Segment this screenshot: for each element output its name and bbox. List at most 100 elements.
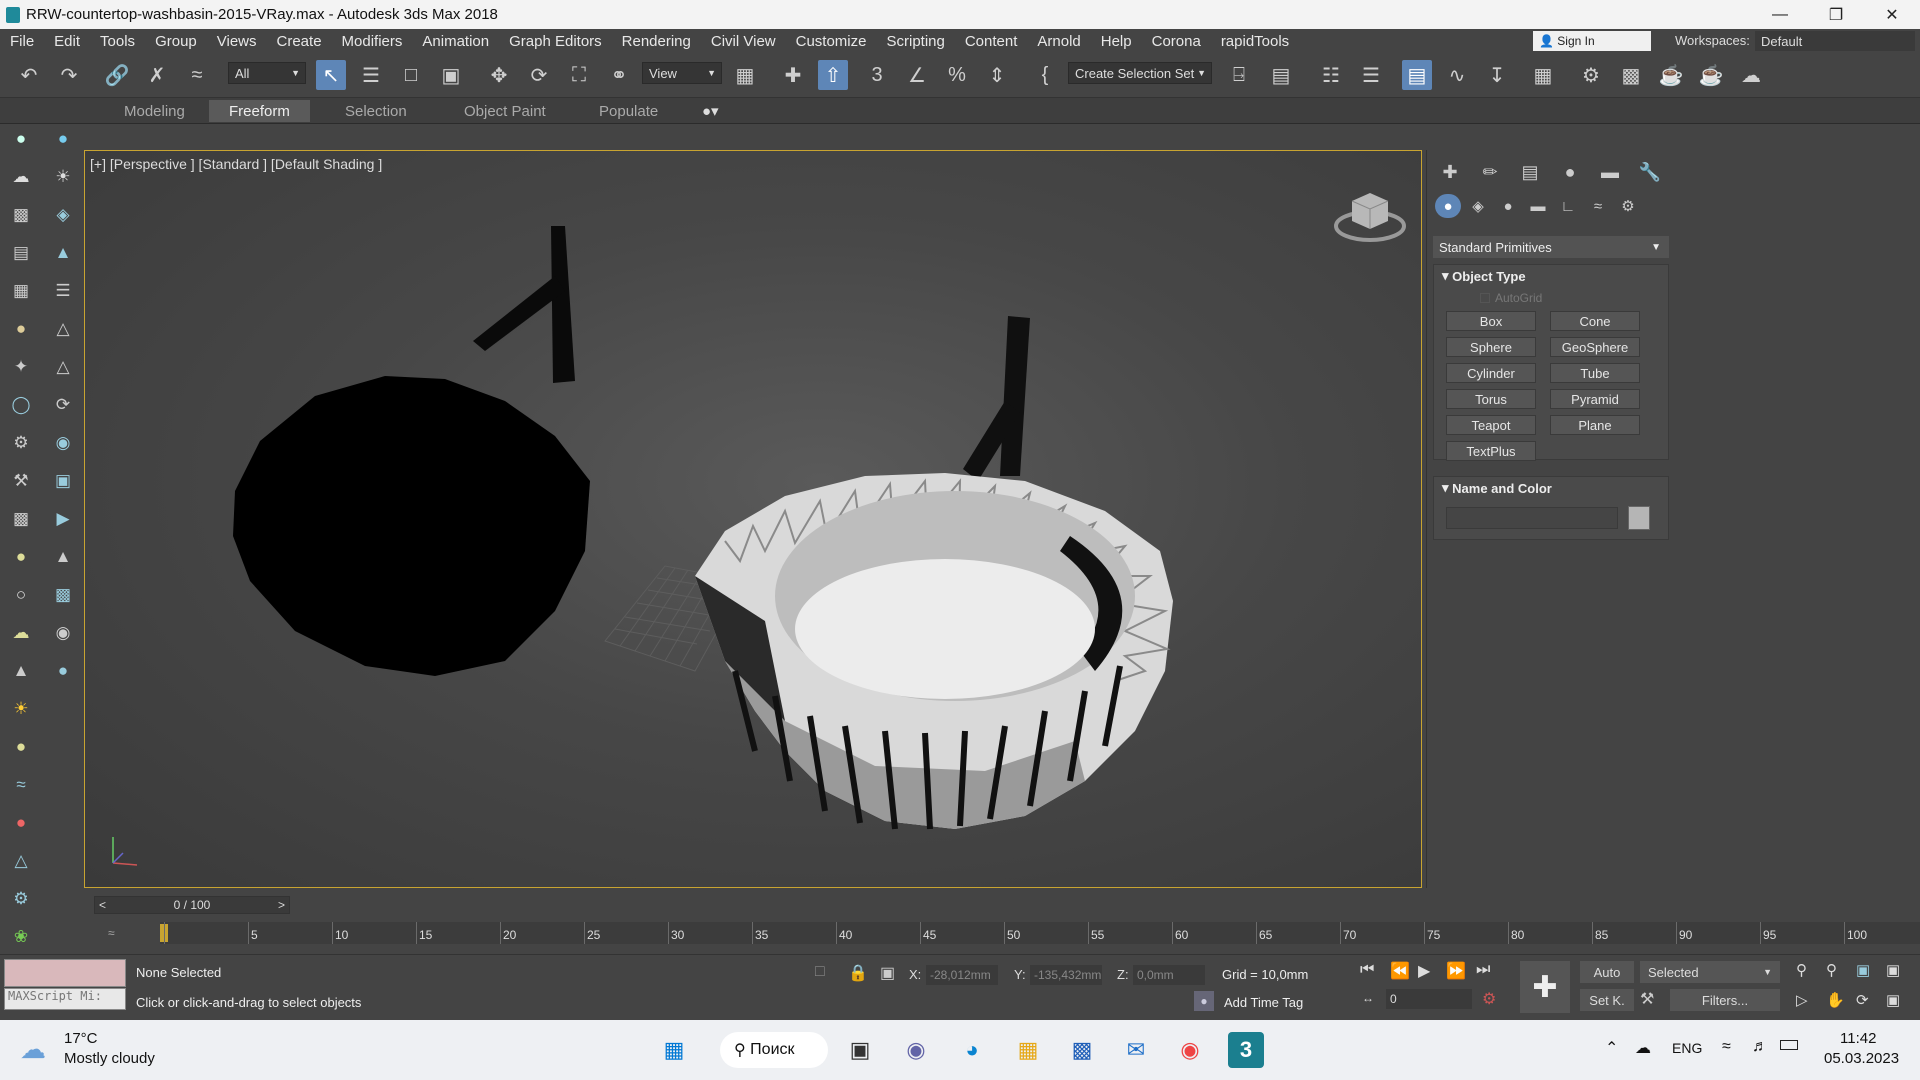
gear-icon[interactable]: ⚙ — [8, 430, 34, 456]
z-coordinate-field[interactable]: 0,0mm — [1133, 965, 1205, 985]
zoom-extents-icon[interactable]: ▣ — [1856, 961, 1870, 979]
teapot-button[interactable]: Teapot — [1446, 415, 1536, 435]
store-icon[interactable]: ▩ — [1064, 1032, 1100, 1068]
hierarchy-tab-icon[interactable]: ▤ — [1513, 158, 1547, 186]
primitive-category-dropdown[interactable]: Standard Primitives ▼ — [1433, 236, 1669, 258]
previous-frame-icon[interactable]: ⏪ — [1390, 961, 1410, 981]
timeline-track[interactable]: 5 10 15 20 25 30 35 40 45 50 55 60 65 70 75 80 85 90 95 100 — [160, 922, 1920, 944]
sphere-object-icon[interactable]: ○ — [8, 582, 34, 608]
menu-graph-editors[interactable]: Graph Editors — [499, 33, 612, 50]
cone-object-icon[interactable]: ▲ — [8, 658, 34, 684]
render-in-cloud-icon[interactable]: ☁ — [1736, 60, 1766, 90]
go-to-end-icon[interactable]: ⏭ — [1476, 961, 1490, 979]
view-cube[interactable] — [1330, 181, 1410, 251]
menu-civil-view[interactable]: Civil View — [701, 33, 786, 50]
viewport-icon[interactable]: ▶ — [50, 506, 76, 532]
key-mode-dropdown[interactable]: Selected ▼ — [1640, 961, 1780, 983]
menu-rendering[interactable]: Rendering — [612, 33, 701, 50]
network-off-icon[interactable]: ☁ — [1635, 1038, 1651, 1058]
document-icon[interactable]: ▤ — [8, 240, 34, 266]
language-indicator[interactable]: ENG — [1672, 1040, 1702, 1056]
menu-tools[interactable]: Tools — [90, 33, 145, 50]
menu-create[interactable]: Create — [267, 33, 332, 50]
light-bulb-icon[interactable]: ● — [8, 316, 34, 342]
menu-views[interactable]: Views — [207, 33, 267, 50]
rendered-frame-window-icon[interactable]: ▩ — [1616, 60, 1646, 90]
tab-freeform[interactable]: Freeform — [209, 100, 310, 122]
curve-editor-mini-icon[interactable]: ≈ — [108, 926, 115, 940]
chrome-icon[interactable]: ◉ — [1172, 1032, 1208, 1068]
clock-date[interactable]: 05.03.2023 — [1824, 1050, 1899, 1067]
space-warps-category-icon[interactable]: ≈ — [1585, 194, 1611, 218]
rectangular-selection-icon[interactable]: □ — [396, 60, 426, 90]
list-icon[interactable]: ☰ — [50, 278, 76, 304]
modify-tab-icon[interactable]: ✏ — [1473, 158, 1507, 186]
layer-explorer-icon[interactable]: ☰ — [1356, 60, 1386, 90]
unlink-icon[interactable]: ✗ — [142, 60, 172, 90]
material-sphere-icon[interactable]: ◉ — [50, 430, 76, 456]
set-key-button[interactable]: Set K. — [1580, 989, 1634, 1011]
filters-button[interactable]: Filters... — [1670, 989, 1780, 1011]
restore-icon[interactable]: ❐ — [1808, 0, 1864, 29]
frame-icon[interactable]: ▣ — [50, 468, 76, 494]
bulb-icon[interactable]: ● — [50, 658, 76, 684]
menu-group[interactable]: Group — [145, 33, 207, 50]
named-selection-set-dropdown[interactable]: Create Selection Set ▼ — [1068, 62, 1212, 84]
auto-key-button[interactable]: Auto — [1580, 961, 1634, 983]
key-filters-icon[interactable]: ⚒ — [1640, 989, 1654, 1009]
cameras-category-icon[interactable]: ▬ — [1525, 194, 1551, 218]
chat-icon[interactable]: ◉ — [898, 1032, 934, 1068]
object-type-header[interactable]: ▾ Object Type — [1434, 265, 1668, 287]
cloth-icon[interactable]: △ — [8, 848, 34, 874]
loop-icon[interactable]: ⟳ — [50, 392, 76, 418]
bone-icon[interactable]: △ — [50, 354, 76, 380]
textplus-button[interactable]: TextPlus — [1446, 441, 1536, 461]
cloud-object-icon[interactable]: ☁ — [8, 620, 34, 646]
zoom-icon[interactable]: ⚲ — [1796, 961, 1807, 979]
curve-editor-icon[interactable]: ∿ — [1442, 60, 1472, 90]
volume-icon[interactable]: ♬ — [1752, 1038, 1768, 1056]
geometry-category-icon[interactable]: ● — [1435, 194, 1461, 218]
taskbar-search[interactable]: ⚲ Поиск — [720, 1032, 828, 1068]
show-hidden-icons-icon[interactable]: ⌃ — [1605, 1038, 1618, 1058]
absolute-mode-icon[interactable]: ▣ — [880, 963, 895, 983]
x-coordinate-field[interactable]: -28,012mm — [926, 965, 998, 985]
file-explorer-icon[interactable]: ▦ — [1010, 1032, 1046, 1068]
name-and-color-header[interactable]: ▾ Name and Color — [1434, 477, 1668, 499]
plane-object-icon[interactable]: ● — [8, 544, 34, 570]
menu-customize[interactable]: Customize — [786, 33, 877, 50]
plant-icon[interactable]: ❀ — [8, 924, 34, 950]
screen-icon[interactable]: ▩ — [50, 582, 76, 608]
ball-icon[interactable]: ● — [8, 734, 34, 760]
sun-light-icon[interactable]: ☀ — [8, 696, 34, 722]
tools-icon[interactable]: ⚒ — [8, 468, 34, 494]
render-setup-icon[interactable]: ⚙ — [1576, 60, 1606, 90]
mail-icon[interactable]: ✉ — [1118, 1032, 1154, 1068]
shapes-category-icon[interactable]: ◈ — [1465, 194, 1491, 218]
menu-animation[interactable]: Animation — [412, 33, 499, 50]
menu-rapidtools[interactable]: rapidTools — [1211, 33, 1299, 50]
key-mode-toggle-icon[interactable]: ↔ — [1362, 991, 1374, 1005]
current-frame-field[interactable]: 0 — [1386, 989, 1472, 1009]
settings-icon[interactable]: ⚙ — [8, 886, 34, 912]
helper-icon[interactable]: ✦ — [8, 354, 34, 380]
wind-icon[interactable]: ◯ — [8, 392, 34, 418]
torus-button[interactable]: Torus — [1446, 389, 1536, 409]
selection-filter-dropdown[interactable]: All ▼ — [228, 62, 306, 84]
menu-edit[interactable]: Edit — [44, 33, 90, 50]
close-icon[interactable]: ✕ — [1864, 0, 1920, 29]
menu-file[interactable]: File — [0, 33, 44, 50]
link-icon[interactable]: 🔗 — [102, 60, 132, 90]
menu-modifiers[interactable]: Modifiers — [332, 33, 413, 50]
wifi-icon[interactable]: ≈ — [1722, 1038, 1731, 1056]
menu-scripting[interactable]: Scripting — [876, 33, 954, 50]
play-icon[interactable]: ▶ — [1418, 961, 1430, 981]
align-icon[interactable]: ▤ — [1266, 60, 1296, 90]
box-button[interactable]: Box — [1446, 311, 1536, 331]
snaps-toggle-icon[interactable]: 3 — [862, 60, 892, 90]
panel-icon[interactable]: ▩ — [8, 506, 34, 532]
create-light-icon[interactable]: ● — [50, 126, 76, 152]
redo-icon[interactable]: ↷ — [54, 60, 84, 90]
tree-icon[interactable]: ▲ — [50, 240, 76, 266]
3ds-max-icon[interactable]: 3 — [1228, 1032, 1264, 1068]
